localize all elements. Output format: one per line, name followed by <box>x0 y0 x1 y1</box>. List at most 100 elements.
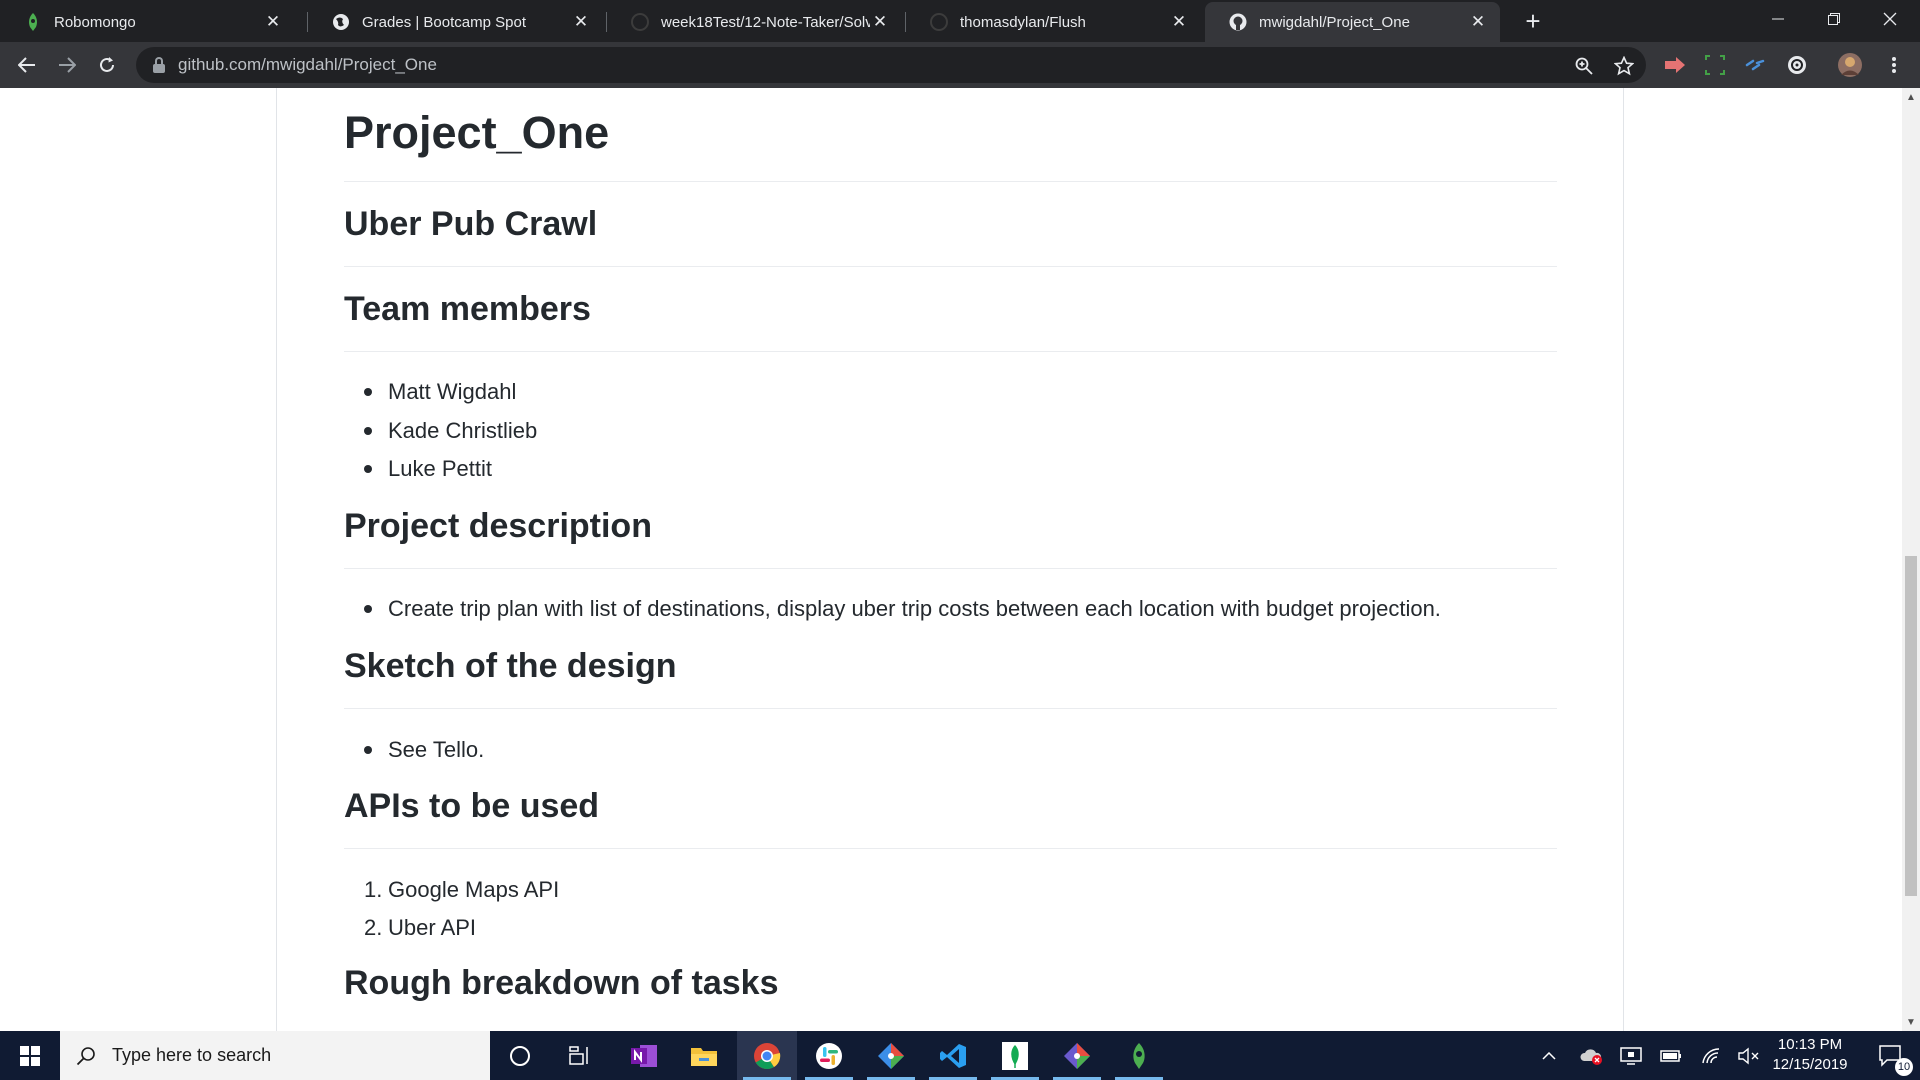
screenshot-extension-icon[interactable] <box>1703 53 1727 77</box>
display-button[interactable] <box>1616 1031 1646 1080</box>
tab-strip: Robomongo ✕ Grades | Bootcamp Spot ✕ wee… <box>0 0 1920 42</box>
chrome-menu-icon[interactable] <box>1882 53 1906 77</box>
incognito-extension-icon[interactable] <box>1785 53 1809 77</box>
api-item: 1. Google Maps API <box>364 877 560 902</box>
windows-taskbar: Type here to search 10:13 PM 12/15/2019 … <box>0 1031 1920 1080</box>
onenote-icon <box>631 1044 657 1067</box>
wifi-icon <box>1702 1047 1720 1063</box>
wifi-button[interactable] <box>1696 1031 1726 1080</box>
forward-button[interactable] <box>52 50 82 80</box>
restore-button[interactable] <box>1806 0 1862 38</box>
restore-icon <box>1828 13 1840 25</box>
file-explorer-taskbar-button[interactable] <box>674 1031 734 1080</box>
clock-date: 12/15/2019 <box>1772 1056 1848 1073</box>
battery-button[interactable] <box>1656 1031 1686 1080</box>
description-heading: Project description <box>344 507 652 545</box>
apis-heading: APIs to be used <box>344 787 600 825</box>
mongodb-compass-taskbar-button[interactable] <box>985 1031 1045 1080</box>
taskbar-search-box[interactable]: Type here to search <box>60 1031 490 1080</box>
team-member-item: Matt Wigdahl <box>364 379 516 405</box>
sketch-heading: Sketch of the design <box>344 647 677 685</box>
cloud-error-icon <box>1580 1048 1602 1065</box>
tab-title: thomasdylan/Flush <box>960 13 1086 31</box>
scrollbar-thumb[interactable] <box>1905 556 1917 896</box>
new-tab-button[interactable]: + <box>1518 6 1548 36</box>
tab-flush[interactable]: thomasdylan/Flush ✕ <box>906 2 1201 42</box>
system-clock[interactable]: 10:13 PM 12/15/2019 <box>1762 1035 1858 1075</box>
slack-icon <box>816 1042 842 1069</box>
task-view-button[interactable] <box>550 1031 610 1080</box>
vscode-taskbar-button[interactable] <box>923 1031 983 1080</box>
monitor-icon <box>1620 1046 1642 1065</box>
tab-title: Grades | Bootcamp Spot <box>362 13 526 31</box>
close-tab-icon[interactable]: ✕ <box>263 12 283 32</box>
close-tab-icon[interactable]: ✕ <box>571 12 591 32</box>
team-member-item: Luke Pettit <box>364 456 492 482</box>
reload-button[interactable] <box>92 50 122 80</box>
chevron-up-icon <box>1542 1051 1556 1060</box>
tab-title: mwigdahl/Project_One <box>1259 13 1410 31</box>
address-bar[interactable]: github.com/mwigdahl/Project_One <box>136 47 1646 83</box>
readme-subtitle: Uber Pub Crawl <box>344 205 598 243</box>
back-arrow-icon <box>18 57 35 73</box>
github-icon <box>1229 13 1247 31</box>
github-icon <box>631 13 649 31</box>
page-scrollbar[interactable]: ▲ ▼ <box>1902 88 1920 1031</box>
git-icon <box>878 1042 904 1069</box>
close-tab-icon[interactable]: ✕ <box>1169 12 1189 32</box>
heading-divider <box>344 351 1557 352</box>
robomongo-taskbar-button[interactable] <box>1109 1031 1169 1080</box>
tab-title: Robomongo <box>54 13 136 31</box>
chrome-taskbar-button[interactable] <box>737 1031 797 1080</box>
team-member-item: Kade Christlieb <box>364 418 537 444</box>
clock-time: 10:13 PM <box>1777 1036 1843 1053</box>
action-center-button[interactable]: 10 <box>1866 1031 1916 1080</box>
zoom-icon[interactable] <box>1572 54 1596 78</box>
git-tool-taskbar-button[interactable] <box>1047 1031 1107 1080</box>
onedrive-error-button[interactable] <box>1576 1031 1606 1080</box>
onenote-taskbar-button[interactable] <box>614 1031 674 1080</box>
show-hidden-icons-button[interactable] <box>1536 1031 1562 1080</box>
heading-divider <box>344 848 1557 849</box>
extension-arrow-icon[interactable] <box>1663 53 1687 77</box>
volume-button[interactable] <box>1734 1031 1764 1080</box>
heading-divider <box>344 708 1557 709</box>
back-button[interactable] <box>12 50 42 80</box>
link-extension-icon[interactable] <box>1743 53 1767 77</box>
vscode-icon <box>940 1043 966 1068</box>
volume-muted-icon <box>1738 1047 1759 1064</box>
close-tab-icon[interactable]: ✕ <box>1468 12 1488 32</box>
cortana-icon <box>510 1045 530 1066</box>
sketch-item: See Tello. <box>364 737 484 763</box>
team-heading: Team members <box>344 290 591 328</box>
folder-icon <box>691 1047 717 1066</box>
description-item: Create trip plan with list of destinatio… <box>364 596 1441 622</box>
tab-project-one[interactable]: mwigdahl/Project_One ✕ <box>1205 2 1500 42</box>
scroll-up-icon[interactable]: ▲ <box>1902 88 1920 106</box>
tab-robomongo[interactable]: Robomongo ✕ <box>0 2 295 42</box>
url-text[interactable]: github.com/mwigdahl/Project_One <box>178 55 437 75</box>
tab-grades[interactable]: Grades | Bootcamp Spot ✕ <box>308 2 603 42</box>
bookmark-star-icon[interactable] <box>1612 54 1636 78</box>
gitkraken-taskbar-button[interactable] <box>861 1031 921 1080</box>
minimize-button[interactable] <box>1750 0 1806 38</box>
browser-toolbar: github.com/mwigdahl/Project_One <box>0 42 1920 88</box>
close-window-button[interactable] <box>1862 0 1918 38</box>
tab-title: week18Test/12-Note-Taker/Solve <box>661 13 870 31</box>
close-tab-icon[interactable]: ✕ <box>870 12 890 32</box>
github-icon <box>930 13 948 31</box>
cortana-button[interactable] <box>490 1031 550 1080</box>
lock-icon <box>152 57 166 73</box>
battery-icon <box>1660 1049 1681 1062</box>
slack-taskbar-button[interactable] <box>799 1031 859 1080</box>
forward-arrow-icon <box>59 57 76 73</box>
search-placeholder: Type here to search <box>112 1045 272 1065</box>
start-button[interactable] <box>0 1031 60 1080</box>
tasks-heading: Rough breakdown of tasks <box>344 964 779 1002</box>
robomongo-icon <box>1133 1042 1145 1069</box>
profile-avatar-icon[interactable] <box>1838 53 1862 77</box>
tab-note-taker[interactable]: week18Test/12-Note-Taker/Solve ✕ <box>607 2 902 42</box>
mongodb-icon <box>1002 1041 1028 1070</box>
notification-count-badge: 10 <box>1895 1058 1913 1076</box>
scroll-down-icon[interactable]: ▼ <box>1902 1013 1920 1031</box>
